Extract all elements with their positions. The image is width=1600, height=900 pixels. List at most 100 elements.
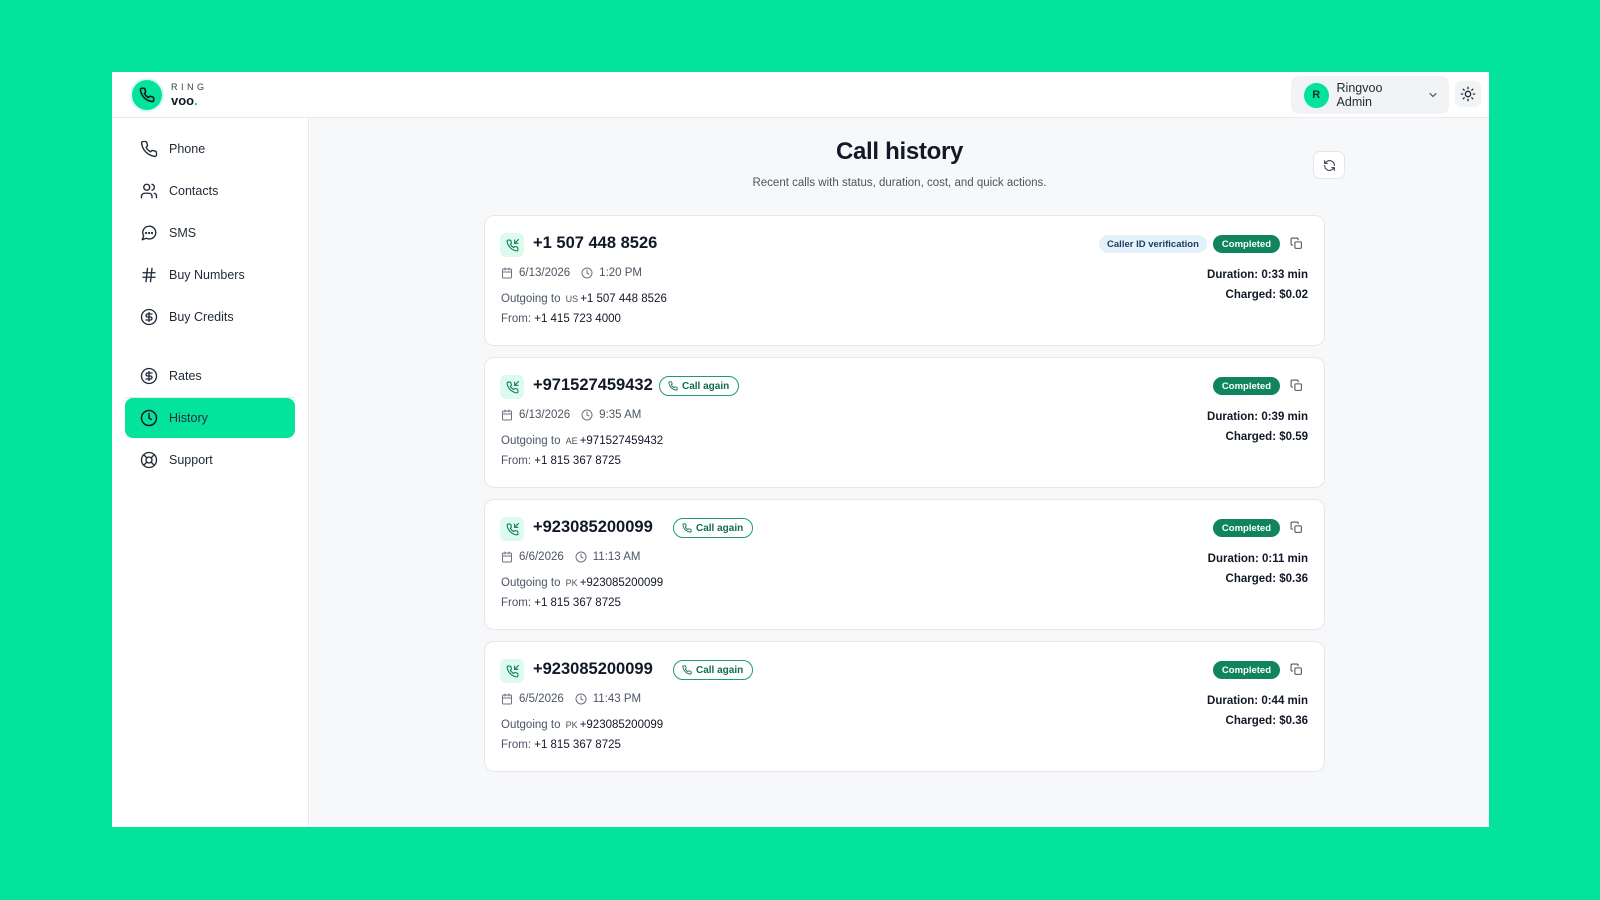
phone-icon <box>682 523 692 533</box>
phone-logo-icon <box>132 80 162 110</box>
chevron-down-icon <box>1427 89 1439 101</box>
call-destination: Outgoing to US +1 507 448 8526 <box>501 293 667 305</box>
copy-icon[interactable] <box>1290 237 1304 251</box>
call-card: +1 507 448 8526 Caller ID verification C… <box>484 215 1325 346</box>
call-again-label: Call again <box>696 664 744 676</box>
call-card: +923085200099 Call again Completed 6/6/2… <box>484 499 1325 630</box>
sidebar-item-label: Rates <box>169 369 202 383</box>
call-destination: Outgoing to PK +923085200099 <box>501 719 664 731</box>
sidebar-item-buy-numbers[interactable]: Buy Numbers <box>125 255 295 295</box>
call-origin: From: +1 415 723 4000 <box>501 313 621 325</box>
avatar: R <box>1304 82 1329 108</box>
country-code: AE <box>565 436 578 446</box>
call-duration: Duration: 0:44 min <box>1207 695 1308 707</box>
logo[interactable]: RING voo. <box>132 80 208 110</box>
status-badge: Completed <box>1212 519 1280 537</box>
clock-icon <box>581 267 593 279</box>
copy-icon[interactable] <box>1290 663 1304 677</box>
lifebuoy-icon <box>139 450 159 470</box>
sidebar-item-label: Buy Numbers <box>169 268 245 282</box>
country-code: PK <box>565 578 578 588</box>
call-origin: From: +1 815 367 8725 <box>501 597 621 609</box>
clock-icon <box>139 408 159 428</box>
sidebar-item-rates[interactable]: Rates <box>125 356 295 396</box>
sidebar-item-phone[interactable]: Phone <box>125 129 295 169</box>
call-date: 6/13/2026 <box>519 409 571 421</box>
phone-icon <box>682 665 692 675</box>
call-date: 6/6/2026 <box>519 551 564 563</box>
calendar-icon <box>501 267 513 279</box>
logo-wordmark-top: RING <box>171 82 208 92</box>
country-code: US <box>565 294 579 304</box>
call-charge: Charged: $0.02 <box>1225 289 1308 301</box>
sidebar-item-label: Phone <box>169 142 206 156</box>
call-number: +923085200099 <box>533 660 653 678</box>
country-code: PK <box>565 720 578 730</box>
caller-id-badge: Caller ID verification <box>1099 235 1207 253</box>
call-time: 11:13 AM <box>592 551 641 563</box>
call-date: 6/5/2026 <box>519 693 564 705</box>
call-time: 1:20 PM <box>599 267 642 279</box>
clock-icon <box>575 551 587 563</box>
call-card: +971527459432 Call again Completed 6/13/… <box>484 357 1325 488</box>
sidebar-item-label: Contacts <box>169 184 219 198</box>
dollar-circle-icon <box>139 366 159 386</box>
status-badge: Completed <box>1212 235 1280 253</box>
sidebar-item-label: Support <box>169 453 213 467</box>
phone-outgoing-icon <box>500 233 524 257</box>
call-duration: Duration: 0:39 min <box>1207 411 1308 423</box>
sidebar: Phone Contacts SMS Buy Numbers Buy Credi… <box>112 118 309 827</box>
contacts-icon <box>139 181 159 201</box>
sidebar-item-label: Buy Credits <box>169 310 234 324</box>
call-duration: Duration: 0:33 min <box>1207 269 1308 281</box>
call-charge: Charged: $0.36 <box>1225 715 1308 727</box>
calendar-icon <box>501 409 513 421</box>
refresh-button[interactable] <box>1313 151 1345 179</box>
call-number: +1 507 448 8526 <box>533 234 658 252</box>
sidebar-item-buy-credits[interactable]: Buy Credits <box>125 297 295 337</box>
refresh-icon <box>1323 159 1336 172</box>
copy-icon[interactable] <box>1290 379 1304 393</box>
sidebar-item-contacts[interactable]: Contacts <box>125 171 295 211</box>
call-date: 6/13/2026 <box>519 267 571 279</box>
call-again-label: Call again <box>696 522 744 534</box>
call-number: +971527459432 <box>533 376 653 394</box>
phone-outgoing-icon <box>500 659 524 683</box>
sidebar-item-support[interactable]: Support <box>125 440 295 480</box>
call-again-button[interactable]: Call again <box>673 660 754 680</box>
clock-icon <box>575 693 587 705</box>
sidebar-item-history[interactable]: History <box>125 398 295 438</box>
status-badge: Completed <box>1212 661 1280 679</box>
sidebar-item-sms[interactable]: SMS <box>125 213 295 253</box>
logo-wordmark-bottom: voo. <box>171 93 198 108</box>
call-origin: From: +1 815 367 8725 <box>501 739 621 751</box>
sidebar-item-label: History <box>169 411 208 425</box>
call-again-button[interactable]: Call again <box>673 518 754 538</box>
dollar-circle-icon <box>139 307 159 327</box>
call-destination: Outgoing to AE +971527459432 <box>501 435 664 447</box>
call-origin: From: +1 815 367 8725 <box>501 455 621 467</box>
user-name: Ringvoo Admin <box>1336 81 1383 109</box>
page-subtitle: Recent calls with status, duration, cost… <box>752 177 1047 189</box>
user-menu-button[interactable]: R Ringvoo Admin <box>1291 76 1449 114</box>
call-number: +923085200099 <box>533 518 653 536</box>
hash-icon <box>139 265 159 285</box>
call-time: 11:43 PM <box>592 693 642 705</box>
call-again-label: Call again <box>682 380 730 392</box>
main-content: Call history Recent calls with status, d… <box>310 118 1489 827</box>
clock-icon <box>581 409 593 421</box>
copy-icon[interactable] <box>1290 521 1304 535</box>
call-charge: Charged: $0.36 <box>1225 573 1308 585</box>
sidebar-item-label: SMS <box>169 226 197 240</box>
sun-icon <box>1460 86 1476 102</box>
top-bar: RING voo. R Ringvoo Admin <box>112 72 1489 118</box>
call-destination: Outgoing to PK +923085200099 <box>501 577 664 589</box>
phone-icon <box>668 381 678 391</box>
call-charge: Charged: $0.59 <box>1225 431 1308 443</box>
phone-outgoing-icon <box>500 375 524 399</box>
call-time: 9:35 AM <box>599 409 642 421</box>
app-window: RING voo. R Ringvoo Admin Phone Contacts… <box>112 72 1489 827</box>
call-again-button[interactable]: Call again <box>659 376 740 396</box>
theme-toggle-button[interactable] <box>1455 81 1481 107</box>
calendar-icon <box>501 693 513 705</box>
